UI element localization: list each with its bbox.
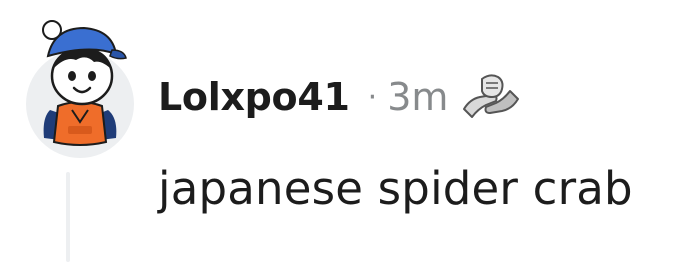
handshake-award-icon[interactable] xyxy=(460,69,522,125)
timestamp[interactable]: 3m xyxy=(387,75,448,119)
thread-line[interactable] xyxy=(66,172,70,262)
comment-body: japanese spider crab xyxy=(158,162,633,215)
snoo-avatar-icon xyxy=(42,20,127,146)
meta-separator: · xyxy=(367,79,378,115)
user-avatar[interactable] xyxy=(20,10,134,158)
comment-meta: Lolxpo41 · 3m xyxy=(158,72,522,122)
username-link[interactable]: Lolxpo41 xyxy=(158,75,350,119)
